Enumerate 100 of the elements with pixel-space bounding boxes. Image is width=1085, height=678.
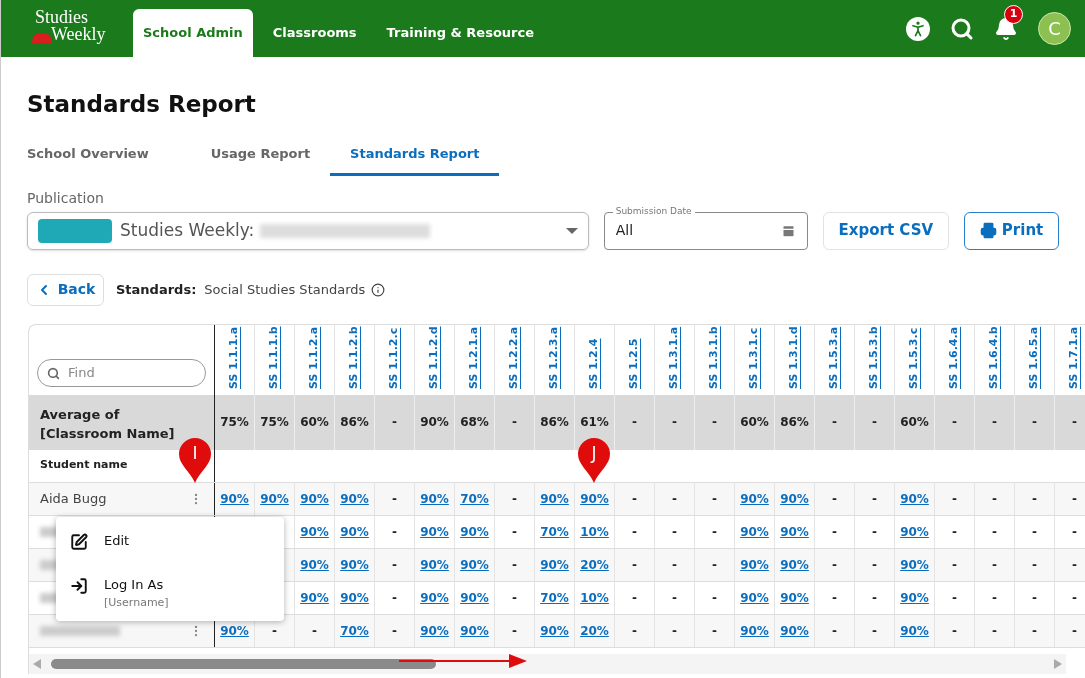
score-link[interactable]: 90% <box>900 555 929 574</box>
score-link[interactable]: 90% <box>420 621 449 640</box>
standard-link[interactable]: SS 1.6.5.a <box>1026 328 1043 389</box>
score-link[interactable]: 90% <box>780 489 809 508</box>
score-link[interactable]: 90% <box>900 489 929 508</box>
score-link[interactable]: 90% <box>740 588 769 607</box>
score-link[interactable]: 70% <box>340 621 369 640</box>
find-field[interactable]: Find <box>37 358 206 387</box>
score-link[interactable]: 90% <box>420 588 449 607</box>
standard-link[interactable]: SS 1.5.3.c <box>906 328 923 389</box>
score-link[interactable]: 70% <box>460 489 489 508</box>
average-cell: - <box>1055 394 1085 450</box>
average-cell: 60% <box>735 394 775 450</box>
score-cell-text: - <box>1032 490 1037 508</box>
standard-link[interactable]: SS 1.3.1.b <box>706 328 723 389</box>
report-tab[interactable]: Usage Report <box>190 135 331 176</box>
score-link[interactable]: 70% <box>540 588 569 607</box>
standard-link[interactable]: SS 1.2.3.a <box>546 328 563 389</box>
score-cell-text: - <box>1032 589 1037 607</box>
standard-link[interactable]: SS 1.6.4.b <box>986 328 1003 389</box>
standard-link[interactable]: SS 1.1.2.d <box>426 328 443 389</box>
score-link[interactable]: 90% <box>340 588 369 607</box>
score-link[interactable]: 90% <box>900 621 929 640</box>
score-link[interactable]: 90% <box>780 621 809 640</box>
standard-link[interactable]: SS 1.2.4 <box>586 328 603 389</box>
score-link[interactable]: 90% <box>540 621 569 640</box>
score-link[interactable]: 90% <box>780 588 809 607</box>
score-link[interactable]: 90% <box>900 588 929 607</box>
standard-link[interactable]: SS 1.2.2.a <box>506 328 523 389</box>
score-link[interactable]: 90% <box>300 522 329 541</box>
score-link[interactable]: 70% <box>540 522 569 541</box>
nav-tab[interactable]: Training & Resource <box>376 9 545 57</box>
nav-tab[interactable]: Classrooms <box>262 9 367 57</box>
standard-link[interactable]: SS 1.3.1.c <box>746 328 763 389</box>
notification-badge: 1 <box>1004 4 1023 24</box>
score-link[interactable]: 90% <box>780 522 809 541</box>
score-link[interactable]: 20% <box>580 621 609 640</box>
score-link[interactable]: 90% <box>420 555 449 574</box>
score-link[interactable]: 90% <box>580 489 609 508</box>
score-link[interactable]: 90% <box>460 555 489 574</box>
score-link[interactable]: 90% <box>460 621 489 640</box>
score-link[interactable]: 90% <box>460 522 489 541</box>
standard-link[interactable]: SS 1.2.1.a <box>466 328 483 389</box>
standard-link[interactable]: SS 1.2.5 <box>626 328 643 389</box>
report-tab[interactable]: School Overview <box>27 135 191 176</box>
standard-link[interactable]: SS 1.7.1.a <box>1066 328 1083 389</box>
standard-link[interactable]: SS 1.1.1.a <box>226 328 243 389</box>
score-link[interactable]: 90% <box>540 489 569 508</box>
score-link[interactable]: 90% <box>780 555 809 574</box>
score-link[interactable]: 90% <box>420 489 449 508</box>
export-csv-button[interactable]: Export CSV <box>822 211 950 250</box>
score-cell-text: - <box>632 490 637 508</box>
score-link[interactable]: 90% <box>300 588 329 607</box>
accessibility-icon[interactable] <box>906 16 930 41</box>
score-link[interactable]: 90% <box>740 621 769 640</box>
score-link[interactable]: 90% <box>300 555 329 574</box>
score-link[interactable]: 90% <box>420 522 449 541</box>
score-link[interactable]: 90% <box>220 621 249 640</box>
back-button[interactable]: Back <box>27 273 104 306</box>
score-link[interactable]: 90% <box>740 489 769 508</box>
standard-link[interactable]: SS 1.3.1.d <box>786 328 803 389</box>
annotation-pin: J <box>577 437 611 483</box>
menu-item[interactable]: Edit <box>56 525 284 569</box>
score-cell-text: - <box>272 622 277 640</box>
standard-link[interactable]: SS 1.1.2.c <box>386 328 403 389</box>
standard-link[interactable]: SS 1.5.3.a <box>826 328 843 389</box>
search-icon[interactable] <box>950 16 974 41</box>
standard-link[interactable]: SS 1.5.3.b <box>866 328 883 389</box>
score-cell-text: - <box>672 622 677 640</box>
standard-link[interactable]: SS 1.6.4.a <box>946 328 963 389</box>
score-cell-text: - <box>832 589 837 607</box>
score-link[interactable]: 90% <box>740 555 769 574</box>
score-cell-text: - <box>872 622 877 640</box>
score-link[interactable]: 90% <box>340 555 369 574</box>
horizontal-scrollbar[interactable] <box>29 653 1066 674</box>
menu-item[interactable]: Log In As [Username] <box>56 569 284 613</box>
score-link[interactable]: 90% <box>340 522 369 541</box>
score-link[interactable]: 90% <box>540 555 569 574</box>
bell-icon[interactable] <box>994 16 1018 41</box>
score-link[interactable]: 90% <box>740 522 769 541</box>
score-link[interactable]: 90% <box>220 489 249 508</box>
average-cell: 86% <box>535 394 575 450</box>
score-link[interactable]: 20% <box>580 555 609 574</box>
standard-link[interactable]: SS 1.1.1.b <box>266 328 283 389</box>
score-link[interactable]: 90% <box>300 489 329 508</box>
score-link[interactable]: 10% <box>580 588 609 607</box>
nav-tab[interactable]: School Admin <box>133 9 253 57</box>
score-link[interactable]: 90% <box>460 588 489 607</box>
score-link[interactable]: 10% <box>580 522 609 541</box>
score-link[interactable]: 90% <box>260 489 289 508</box>
publication-select[interactable]: Studies Weekly: <box>27 211 589 250</box>
score-link[interactable]: 90% <box>340 489 369 508</box>
report-tab[interactable]: Standards Report <box>330 135 500 176</box>
standard-link[interactable]: SS 1.1.2.b <box>346 328 363 389</box>
standard-link[interactable]: SS 1.3.1.a <box>666 328 683 389</box>
standard-link[interactable]: SS 1.1.2.a <box>306 328 323 389</box>
print-button[interactable]: Print <box>964 211 1059 250</box>
info-icon[interactable] <box>371 282 386 297</box>
average-cell: - <box>615 394 655 450</box>
score-link[interactable]: 90% <box>900 522 929 541</box>
